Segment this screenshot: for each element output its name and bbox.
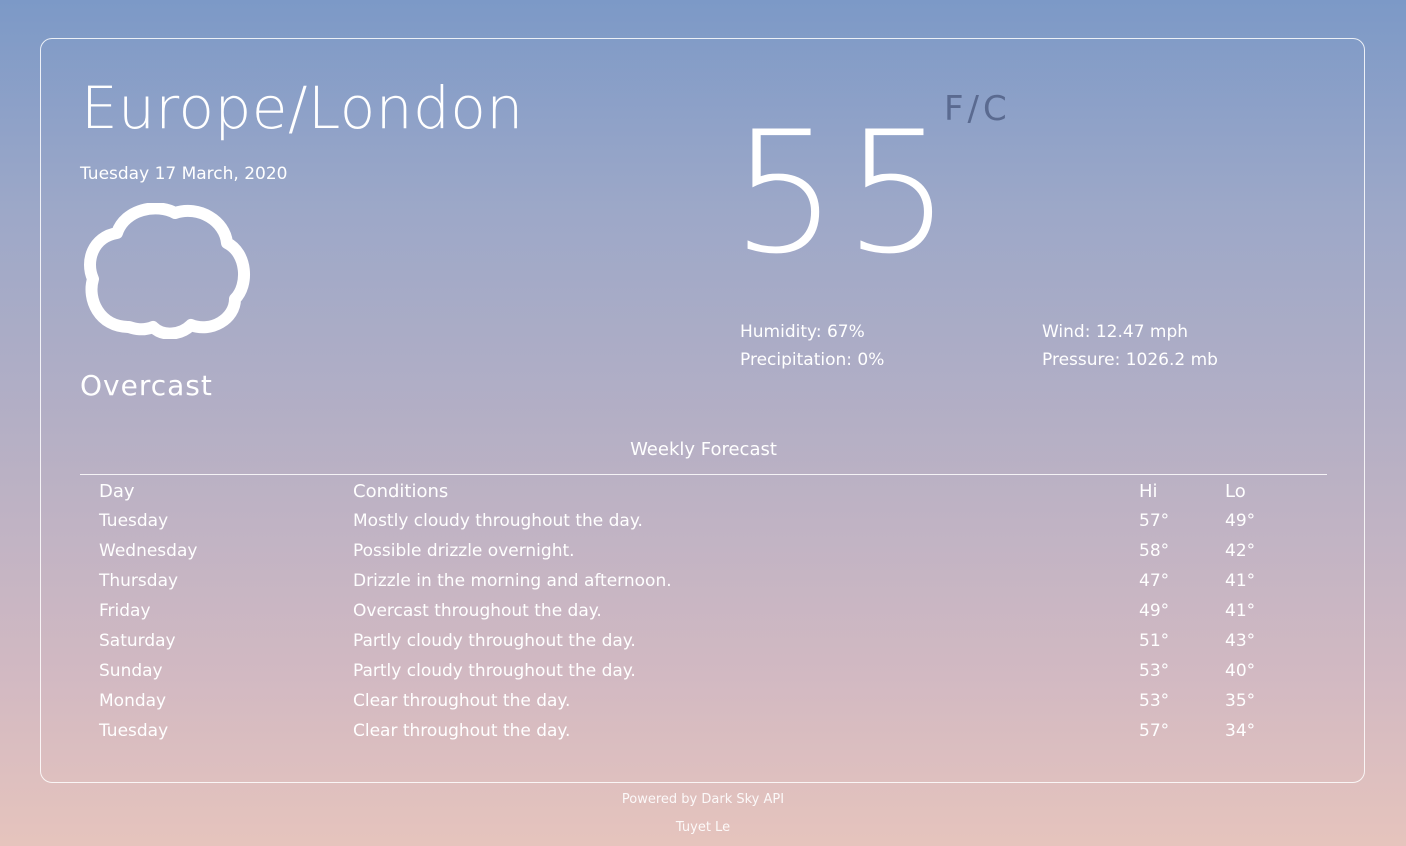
cloud-icon <box>84 203 250 339</box>
forecast-hi: 53° <box>1139 691 1170 711</box>
forecast-conditions: Possible drizzle overnight. <box>353 541 575 561</box>
forecast-hi: 53° <box>1139 661 1170 681</box>
forecast-hi: 57° <box>1139 721 1170 741</box>
forecast-lo: 41° <box>1225 571 1256 591</box>
forecast-lo: 43° <box>1225 631 1256 651</box>
forecast-hi: 47° <box>1139 571 1170 591</box>
weather-card: Europe/London Tuesday 17 March, 2020 Ove… <box>40 38 1365 783</box>
forecast-row: Wednesday Possible drizzle overnight. 58… <box>80 536 1327 566</box>
precipitation-text: Precipitation: 0% <box>740 350 885 370</box>
forecast-day: Sunday <box>99 661 163 681</box>
forecast-table: Day Conditions Hi Lo Tuesday Mostly clou… <box>80 476 1327 746</box>
forecast-conditions: Overcast throughout the day. <box>353 601 602 621</box>
forecast-conditions: Drizzle in the morning and afternoon. <box>353 571 672 591</box>
forecast-conditions: Mostly cloudy throughout the day. <box>353 511 643 531</box>
forecast-day: Tuesday <box>99 721 169 741</box>
forecast-day: Tuesday <box>99 511 169 531</box>
forecast-row: Sunday Partly cloudy throughout the day.… <box>80 656 1327 686</box>
forecast-title: Weekly Forecast <box>630 439 777 460</box>
forecast-divider <box>80 474 1327 475</box>
forecast-hi: 58° <box>1139 541 1170 561</box>
current-date: Tuesday 17 March, 2020 <box>80 164 288 184</box>
forecast-lo: 34° <box>1225 721 1256 741</box>
header-conditions: Conditions <box>353 480 449 502</box>
header-lo: Lo <box>1225 480 1246 502</box>
forecast-lo: 49° <box>1225 511 1256 531</box>
forecast-hi: 57° <box>1139 511 1170 531</box>
header-day: Day <box>99 480 135 502</box>
forecast-conditions: Partly cloudy throughout the day. <box>353 631 636 651</box>
location-title: Europe/London <box>81 74 524 142</box>
forecast-row: Friday Overcast throughout the day. 49° … <box>80 596 1327 626</box>
forecast-hi: 49° <box>1139 601 1170 621</box>
forecast-row: Monday Clear throughout the day. 53° 35° <box>80 686 1327 716</box>
forecast-conditions: Clear throughout the day. <box>353 721 571 741</box>
forecast-row: Tuesday Clear throughout the day. 57° 34… <box>80 716 1327 746</box>
forecast-header-row: Day Conditions Hi Lo <box>80 476 1327 506</box>
forecast-conditions: Clear throughout the day. <box>353 691 571 711</box>
forecast-hi: 51° <box>1139 631 1170 651</box>
forecast-day: Friday <box>99 601 151 621</box>
powered-by-link[interactable]: Powered by Dark Sky API <box>0 792 1406 807</box>
forecast-lo: 40° <box>1225 661 1256 681</box>
forecast-row: Tuesday Mostly cloudy throughout the day… <box>80 506 1327 536</box>
forecast-row: Thursday Drizzle in the morning and afte… <box>80 566 1327 596</box>
current-temperature: 55 <box>731 95 957 291</box>
pressure-text: Pressure: 1026.2 mb <box>1042 350 1218 370</box>
wind-text: Wind: 12.47 mph <box>1042 322 1189 342</box>
forecast-conditions: Partly cloudy throughout the day. <box>353 661 636 681</box>
author-credit: Tuyet Le <box>675 820 731 835</box>
forecast-lo: 42° <box>1225 541 1256 561</box>
header-hi: Hi <box>1139 480 1158 502</box>
humidity-text: Humidity: 67% <box>740 322 865 342</box>
forecast-day: Saturday <box>99 631 176 651</box>
forecast-day: Monday <box>99 691 167 711</box>
forecast-lo: 35° <box>1225 691 1256 711</box>
current-summary: Overcast <box>80 369 213 402</box>
unit-toggle-button[interactable]: F/C <box>944 89 1011 129</box>
forecast-lo: 41° <box>1225 601 1256 621</box>
forecast-row: Saturday Partly cloudy throughout the da… <box>80 626 1327 656</box>
forecast-day: Wednesday <box>99 541 198 561</box>
forecast-day: Thursday <box>99 571 179 591</box>
